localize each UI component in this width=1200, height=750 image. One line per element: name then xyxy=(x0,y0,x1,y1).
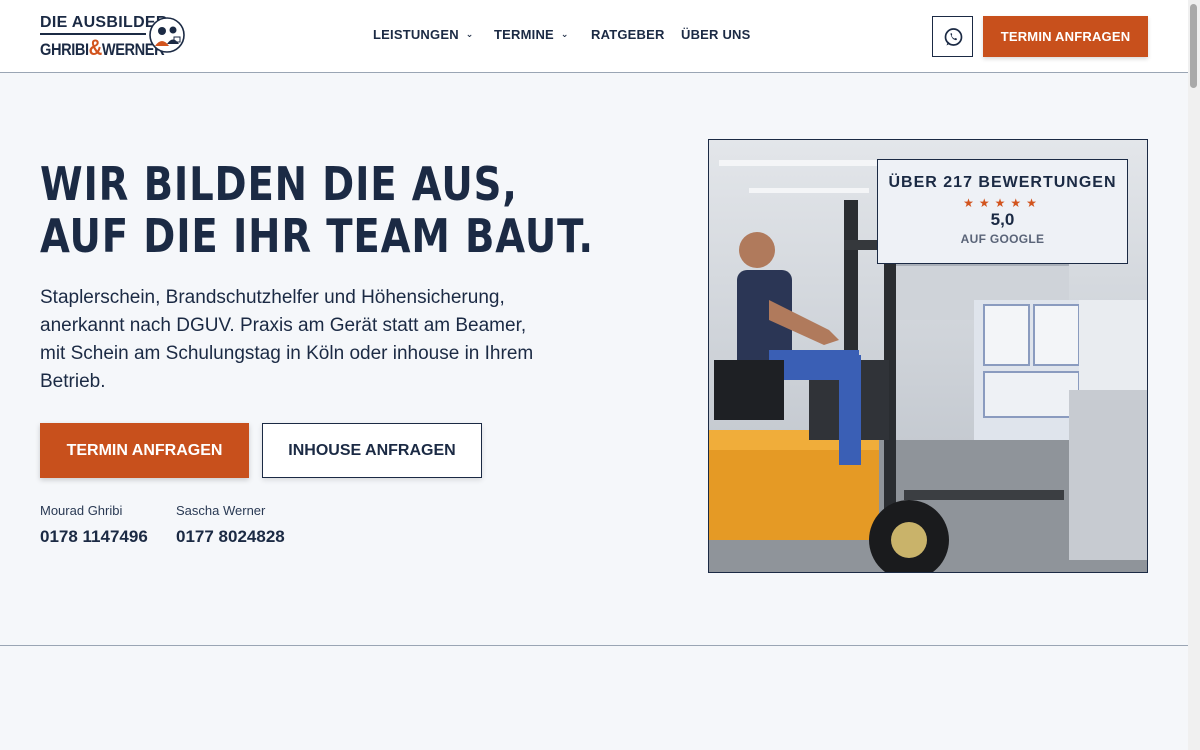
nav-item-ratgeber[interactable]: RATGEBER xyxy=(591,27,665,42)
termin-anfragen-button[interactable]: TERMIN ANFRAGEN xyxy=(40,423,249,478)
logo-line-bottom: GHRIBI&WERNER xyxy=(40,35,165,61)
team-icon xyxy=(149,17,185,53)
reviews-score: 5,0 xyxy=(990,210,1015,229)
logo-name-a: GHRIBI xyxy=(40,40,89,59)
hero-title-line-1: WIR BILDEN DIE AUS, xyxy=(40,157,518,211)
hero-title-line-2: AUF DIE IHR TEAM BAUT. xyxy=(40,209,594,263)
contact-phone-link[interactable]: 0177 8024828 xyxy=(176,527,285,547)
hero-description: Staplerschein, Brandschutzhelfer und Höh… xyxy=(40,287,534,392)
nav-item-termine[interactable]: TERMINE ⌄ xyxy=(494,27,569,42)
nav-item-leistungen[interactable]: LEISTUNGEN ⌄ xyxy=(373,27,474,42)
contact-phone-link[interactable]: 0178 1147496 xyxy=(40,527,148,547)
chevron-down-icon: ⌄ xyxy=(465,29,474,39)
whatsapp-icon xyxy=(944,28,963,46)
next-section xyxy=(0,646,1188,750)
reviews-source: AUF GOOGLE xyxy=(960,232,1045,246)
star-rating-icon: ★★★★★ xyxy=(963,196,1042,210)
inhouse-anfragen-button[interactable]: INHOUSE ANFRAGEN xyxy=(262,423,482,478)
page-scrollbar[interactable] xyxy=(1188,0,1200,750)
google-reviews-badge[interactable]: ÜBER 217 BEWERTUNGEN ★★★★★ 5,0 AUF GOOGL… xyxy=(877,159,1128,264)
contact-werner: Sascha Werner 0177 8024828 xyxy=(176,503,285,547)
chevron-down-icon: ⌄ xyxy=(560,29,569,39)
site-header: DIE AUSBILDER GHRIBI&WERNER LEISTUNGEN ⌄ … xyxy=(0,0,1188,73)
contact-ghribi: Mourad Ghribi 0178 1147496 xyxy=(40,503,148,547)
header-cta-button[interactable]: TERMIN ANFRAGEN xyxy=(983,16,1148,57)
brand-logo[interactable]: DIE AUSBILDER GHRIBI&WERNER xyxy=(40,14,190,61)
whatsapp-button[interactable] xyxy=(932,16,973,57)
nav-label-leistungen: LEISTUNGEN xyxy=(373,27,459,42)
logo-ampersand: & xyxy=(88,35,103,60)
reviews-title: ÜBER 217 BEWERTUNGEN xyxy=(888,174,1117,191)
hero-title: WIR BILDEN DIE AUS, AUF DIE IHR TEAM BAU… xyxy=(40,158,594,262)
scrollbar-thumb[interactable] xyxy=(1190,4,1197,88)
contact-name: Sascha Werner xyxy=(176,503,266,518)
nav-item-ueber-uns[interactable]: ÜBER UNS xyxy=(681,27,751,42)
contact-name: Mourad Ghribi xyxy=(40,503,123,518)
nav-label-termine: TERMINE xyxy=(494,27,554,42)
nav-label-ratgeber: RATGEBER xyxy=(591,27,665,42)
nav-label-ueber-uns: ÜBER UNS xyxy=(681,27,751,42)
